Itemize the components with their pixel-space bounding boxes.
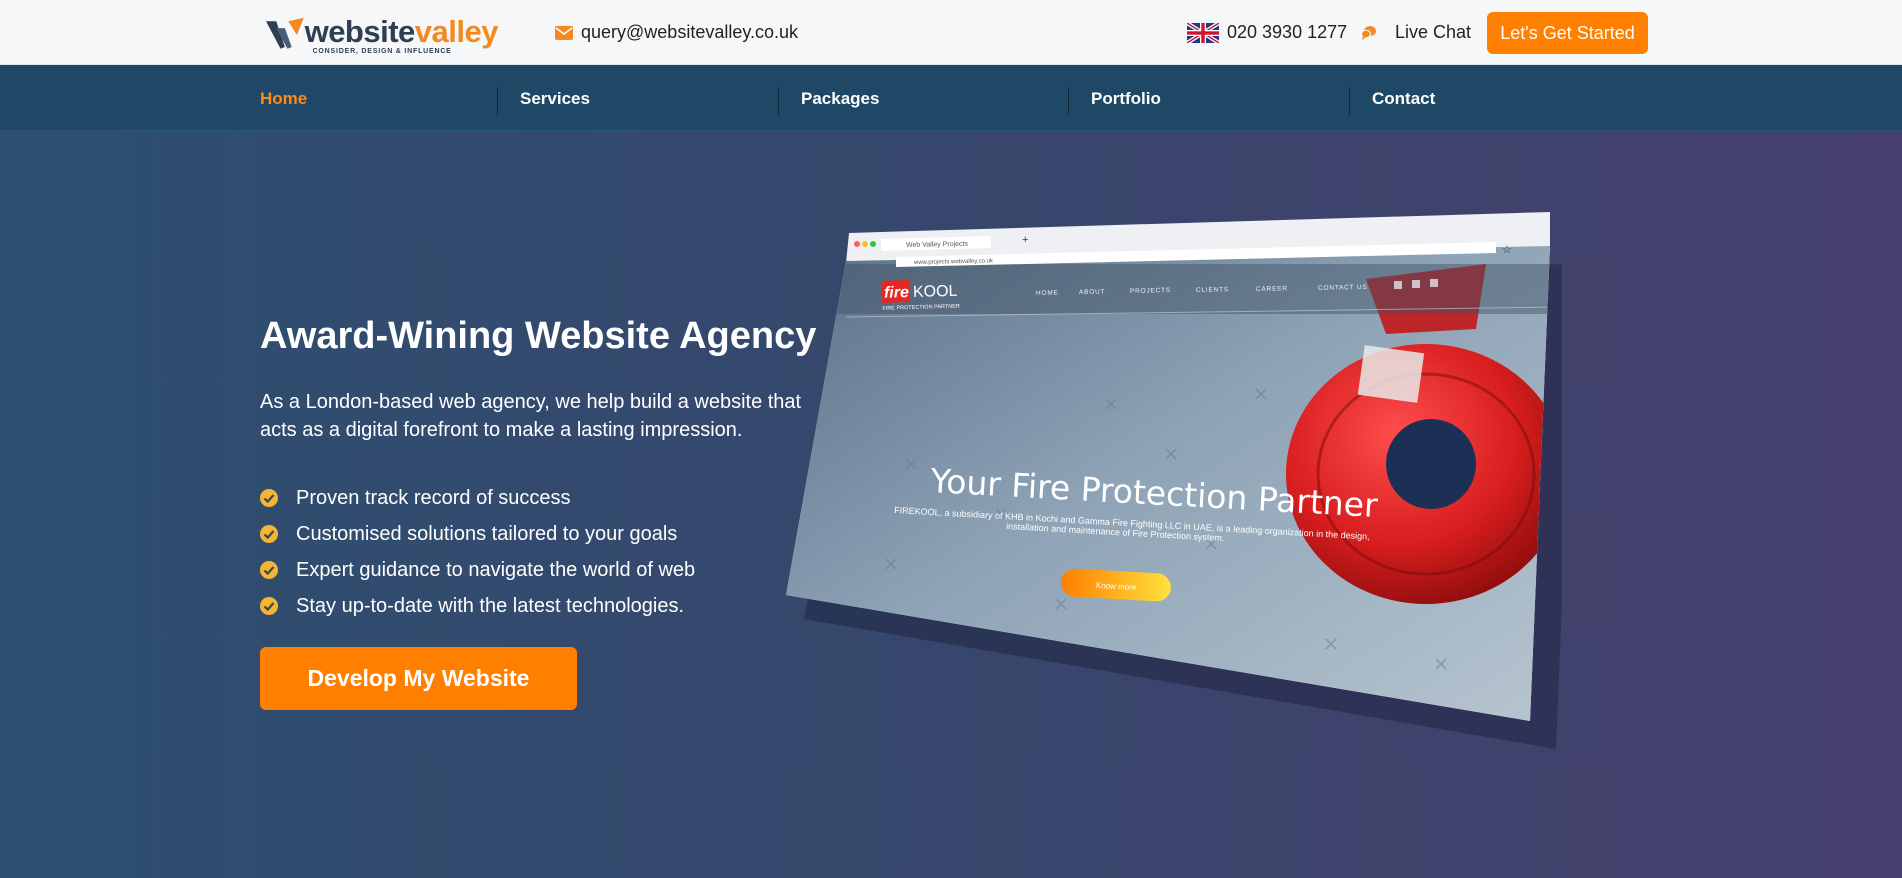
mockup-menu-contact: CONTACT US xyxy=(1318,284,1368,292)
logo-word-primary: website xyxy=(304,13,416,49)
nav-separator xyxy=(1068,87,1069,115)
mockup-brand-fire: fire xyxy=(884,284,909,302)
logo-word-accent: valley xyxy=(414,13,499,49)
portfolio-browser-mockup: Web Valley Projects + www.projects.webva… xyxy=(786,209,1576,809)
email-text: query@websitevalley.co.uk xyxy=(581,22,799,42)
hero-description: As a London-based web agency, we help bu… xyxy=(260,391,802,441)
check-circle-icon xyxy=(260,525,278,543)
mockup-graphic: Web Valley Projects + www.projects.webva… xyxy=(786,212,1576,749)
uk-flag-icon xyxy=(1187,22,1219,43)
live-chat-text: Live Chat xyxy=(1395,22,1472,42)
nav-item-services[interactable]: Services xyxy=(520,89,590,109)
envelope-icon xyxy=(555,25,573,40)
hero-title: Award-Wining Website Agency xyxy=(260,315,817,357)
mockup-menu-home: HOME xyxy=(1036,289,1059,297)
email-link[interactable]: query@websitevalley.co.uk xyxy=(555,22,798,43)
mockup-new-tab-icon: + xyxy=(1022,234,1028,246)
mockup-menu-about: ABOUT xyxy=(1079,288,1106,296)
hero-section: Award-Wining Website Agency As a London-… xyxy=(0,131,1902,878)
nav-separator xyxy=(778,87,779,115)
logo-tagline: CONSIDER, DESIGN & INFLUENCE xyxy=(312,47,452,55)
phone-link[interactable]: 020 3930 1277 xyxy=(1187,22,1347,43)
nav-separator xyxy=(1349,87,1350,115)
phone-text: 020 3930 1277 xyxy=(1227,22,1348,42)
develop-website-button[interactable]: Develop My Website xyxy=(260,647,577,710)
nav-item-packages[interactable]: Packages xyxy=(801,89,879,109)
mockup-tab-title: Web Valley Projects xyxy=(906,241,969,249)
feature-text: Stay up-to-date with the latest technolo… xyxy=(296,594,685,617)
check-circle-icon xyxy=(260,561,278,579)
nav-separator xyxy=(497,87,498,115)
nav-item-contact[interactable]: Contact xyxy=(1372,89,1435,109)
feature-text: Expert guidance to navigate the world of… xyxy=(296,558,696,581)
feature-text: Customised solutions tailored to your go… xyxy=(296,522,678,545)
feature-item: Customised solutions tailored to your go… xyxy=(260,516,695,552)
mockup-menu-clients: CLIENTS xyxy=(1196,286,1229,294)
mockup-star-icon: ☆ xyxy=(1502,243,1512,256)
main-nav: Home Services Packages Portfolio Contact xyxy=(0,65,1902,131)
mockup-brand-kool: KOOL xyxy=(913,283,958,301)
nav-item-home[interactable]: Home xyxy=(260,89,307,109)
mockup-menu-projects: PROJECTS xyxy=(1130,287,1171,295)
top-bar: websitevalley CONSIDER, DESIGN & INFLUEN… xyxy=(0,0,1902,65)
check-circle-icon xyxy=(260,597,278,615)
feature-text: Proven track record of success xyxy=(296,486,571,509)
get-started-button[interactable]: Let's Get Started xyxy=(1487,12,1648,54)
feature-list: Proven track record of success Customise… xyxy=(260,480,695,624)
feature-item: Stay up-to-date with the latest technolo… xyxy=(260,588,695,624)
feature-item: Expert guidance to navigate the world of… xyxy=(260,552,695,588)
check-circle-icon xyxy=(260,489,278,507)
chat-bubble-icon xyxy=(1361,25,1376,40)
mockup-menu-career: CAREER xyxy=(1256,285,1288,293)
feature-item: Proven track record of success xyxy=(260,480,695,516)
nav-item-portfolio[interactable]: Portfolio xyxy=(1091,89,1161,109)
site-logo[interactable]: websitevalley CONSIDER, DESIGN & INFLUEN… xyxy=(266,13,499,55)
live-chat-link[interactable]: Live Chat xyxy=(1361,22,1471,43)
